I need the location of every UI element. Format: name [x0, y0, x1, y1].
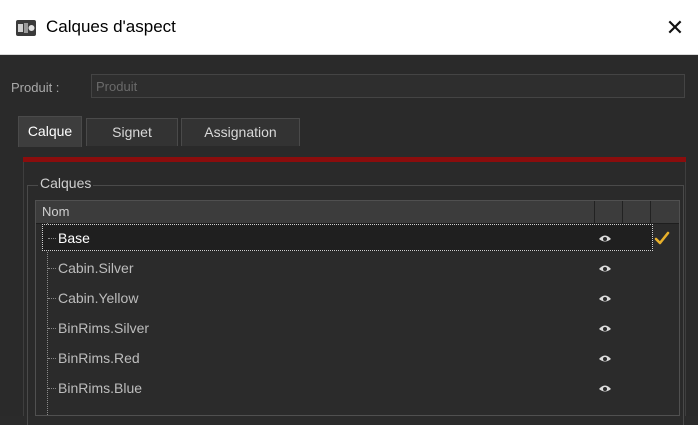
tab-calque[interactable]: Calque: [18, 116, 82, 147]
column-header-visible[interactable]: [594, 201, 620, 223]
close-button[interactable]: ✕: [652, 0, 698, 55]
tree-branch-line: [48, 298, 56, 299]
product-label: Produit :: [11, 80, 60, 95]
tree-row[interactable]: BinRims.Silver: [36, 313, 679, 343]
tree-row[interactable]: Cabin.Silver: [36, 253, 679, 283]
layer-name: BinRims.Red: [58, 350, 140, 366]
eye-icon[interactable]: [598, 231, 612, 245]
window-title: Calques d'aspect: [46, 17, 176, 36]
column-header-lock[interactable]: [622, 201, 648, 223]
tree-branch-line: [48, 238, 56, 239]
layer-name: Cabin.Yellow: [58, 290, 139, 306]
eye-icon[interactable]: [598, 321, 612, 335]
layer-name: Base: [58, 230, 90, 246]
tree-row[interactable]: BinRims.Blue: [36, 373, 679, 403]
title-bar: Calques d'aspect ✕: [0, 0, 698, 55]
product-field[interactable]: [91, 74, 685, 98]
eye-icon[interactable]: [598, 351, 612, 365]
tree-row[interactable]: BinRims.Red: [36, 343, 679, 373]
eye-icon[interactable]: [598, 261, 612, 275]
dialog-body: Produit : Calque Signet Assignation Calq…: [0, 55, 698, 425]
checkmark-icon[interactable]: [653, 229, 671, 247]
tree-row[interactable]: Base: [36, 223, 679, 253]
tree-branch-line: [48, 388, 56, 389]
tree-row[interactable]: Cabin.Yellow: [36, 283, 679, 313]
tab-signet[interactable]: Signet: [86, 118, 178, 146]
close-icon: ✕: [665, 14, 685, 40]
tree-branch-line: [48, 328, 56, 329]
eye-icon[interactable]: [598, 381, 612, 395]
tree-header: Nom: [36, 201, 679, 224]
tree-branch-line: [48, 358, 56, 359]
column-header-active[interactable]: [650, 201, 676, 223]
layers-group-title: Calques: [38, 175, 94, 191]
layer-name: BinRims.Silver: [58, 320, 150, 336]
column-header-name[interactable]: Nom: [42, 204, 69, 219]
app-icon: [16, 20, 36, 36]
layers-tree[interactable]: Nom Base Cabin.Silver Cabin.Yellow BinRi…: [35, 200, 680, 416]
layer-name: BinRims.Blue: [58, 380, 143, 396]
tab-assignation[interactable]: Assignation: [181, 118, 300, 146]
tree-branch-line: [48, 268, 56, 269]
layer-name: Cabin.Silver: [58, 260, 134, 276]
eye-icon[interactable]: [598, 291, 612, 305]
selection-highlight: [42, 224, 653, 251]
